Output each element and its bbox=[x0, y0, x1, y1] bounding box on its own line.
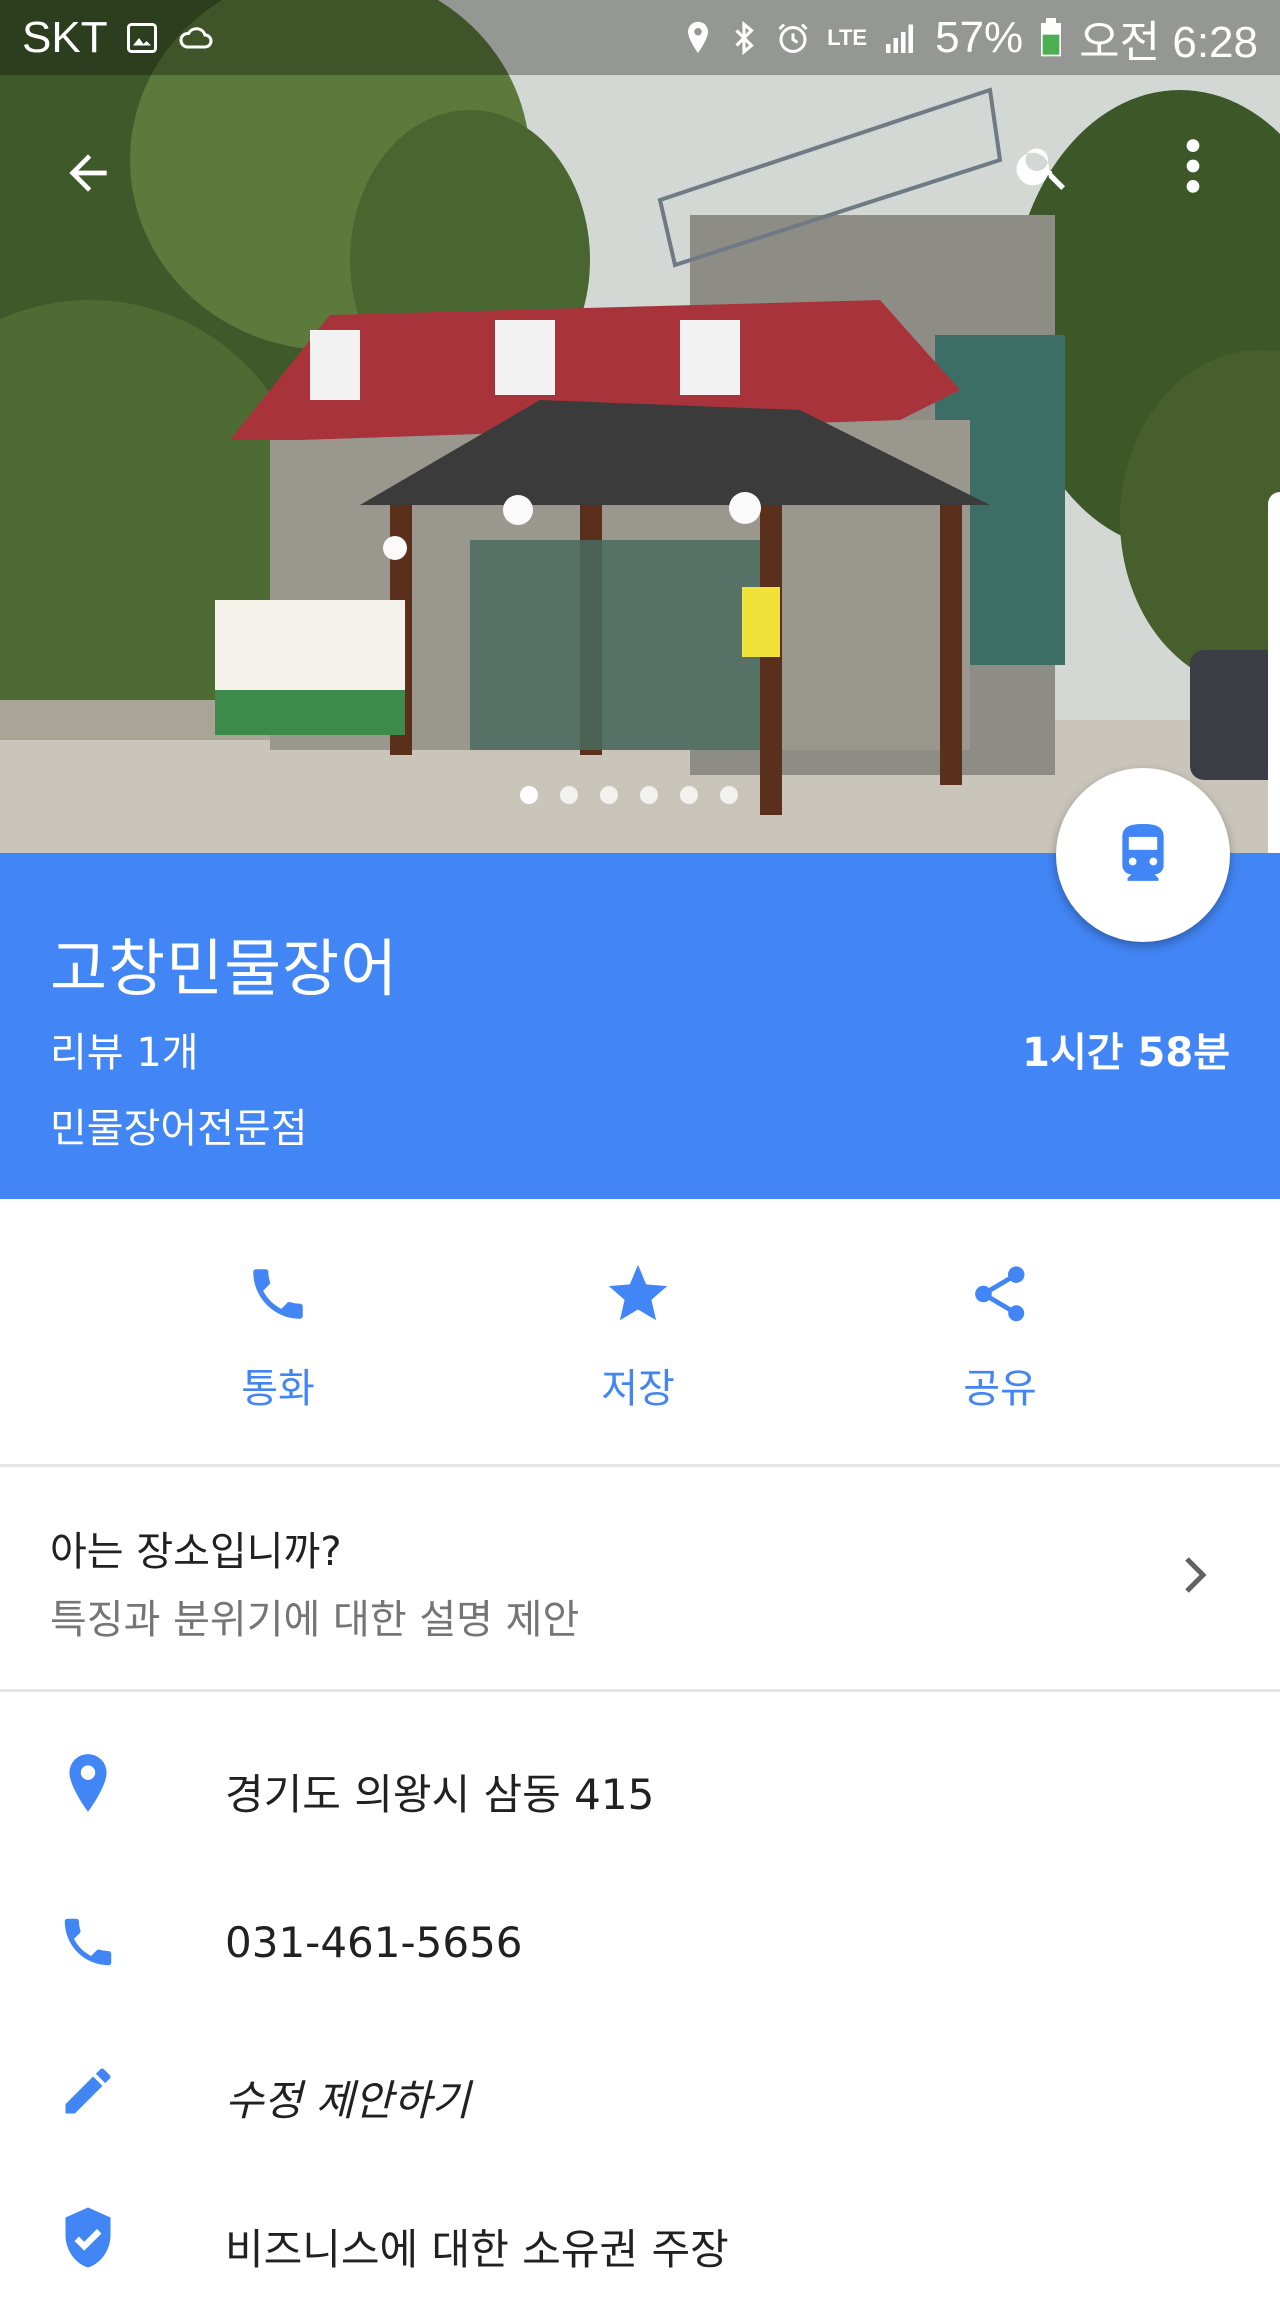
location-icon bbox=[683, 19, 713, 57]
phone-icon bbox=[50, 1904, 126, 1980]
place-category: 민물장어전문점 bbox=[50, 1106, 308, 1152]
phone-row[interactable]: 031-461-5656 bbox=[0, 1882, 1280, 2002]
carrier-label: SKT bbox=[22, 12, 108, 62]
claim-business-label: 비즈니스에 대한 소유권 주장 bbox=[225, 2225, 729, 2274]
call-label: 통화 bbox=[241, 1366, 315, 1412]
lte-label: LTE bbox=[827, 24, 868, 50]
alarm-icon bbox=[775, 20, 811, 56]
share-icon bbox=[975, 1266, 1025, 1322]
action-bar: 통화 저장 공유 bbox=[0, 1199, 1280, 1467]
save-button[interactable]: 저장 bbox=[458, 1199, 818, 1464]
pager-dot[interactable] bbox=[680, 786, 698, 804]
review-count[interactable]: 리뷰 1개 bbox=[50, 1020, 199, 1078]
address-text: 경기도 의왕시 삼동 415 bbox=[225, 1770, 655, 1819]
place-photo[interactable]: SKT LTE 57% 오전 6:28 bbox=[0, 0, 1280, 853]
clock: 오전 6:28 bbox=[1079, 17, 1258, 67]
suggest-description-row[interactable]: 아는 장소입니까? 특징과 분위기에 대한 설명 제안 bbox=[0, 1467, 1280, 1692]
pager-dot[interactable] bbox=[560, 786, 578, 804]
weather-icon bbox=[176, 20, 216, 56]
address-row[interactable]: 경기도 의왕시 삼동 415 bbox=[0, 1725, 1280, 1845]
bluetooth-icon bbox=[729, 19, 759, 57]
suggest-edit-row[interactable]: 수정 제안하기 bbox=[0, 2031, 1280, 2151]
location-pin-icon bbox=[50, 1747, 126, 1823]
battery-percent: 57% bbox=[935, 12, 1024, 62]
photo-pager bbox=[520, 786, 738, 804]
pager-dot[interactable] bbox=[600, 786, 618, 804]
call-button[interactable]: 통화 bbox=[98, 1199, 458, 1464]
back-button[interactable] bbox=[40, 125, 136, 221]
pager-dot[interactable] bbox=[640, 786, 658, 804]
place-title: 고창민물장어 bbox=[50, 932, 399, 1005]
search-icon bbox=[1016, 148, 1065, 190]
travel-time: 1시간 58분 bbox=[1022, 1030, 1230, 1076]
more-vert-icon bbox=[1186, 139, 1200, 193]
search-button[interactable] bbox=[995, 118, 1091, 214]
battery-icon bbox=[1039, 17, 1063, 58]
arrow-back-icon bbox=[69, 154, 107, 192]
directions-transit-button[interactable] bbox=[1056, 768, 1230, 942]
chevron-right-icon bbox=[1180, 1555, 1210, 1599]
pager-dot[interactable] bbox=[520, 786, 538, 804]
claim-business-row[interactable]: 비즈니스에 대한 소유권 주장 bbox=[0, 2180, 1280, 2300]
train-icon bbox=[1122, 824, 1164, 881]
star-icon bbox=[608, 1264, 668, 1321]
suggest-title: 아는 장소입니까? bbox=[50, 1529, 342, 1575]
status-bar: SKT LTE 57% 오전 6:28 bbox=[0, 0, 1280, 75]
more-options-button[interactable] bbox=[1145, 118, 1241, 214]
phone-number: 031-461-5656 bbox=[225, 1918, 523, 1967]
signal-icon bbox=[883, 20, 919, 56]
suggest-edit-label: 수정 제안하기 bbox=[225, 2076, 471, 2125]
save-label: 저장 bbox=[601, 1366, 675, 1412]
share-label: 공유 bbox=[963, 1366, 1037, 1412]
suggest-subtitle: 특징과 분위기에 대한 설명 제안 bbox=[50, 1597, 580, 1643]
pencil-icon bbox=[50, 2053, 126, 2129]
share-button[interactable]: 공유 bbox=[820, 1199, 1180, 1464]
phone-icon bbox=[253, 1269, 303, 1319]
verified-shield-icon bbox=[50, 2202, 126, 2278]
gallery-icon bbox=[124, 20, 160, 56]
pager-dot[interactable] bbox=[720, 786, 738, 804]
side-scroll-handle[interactable] bbox=[1268, 492, 1280, 853]
